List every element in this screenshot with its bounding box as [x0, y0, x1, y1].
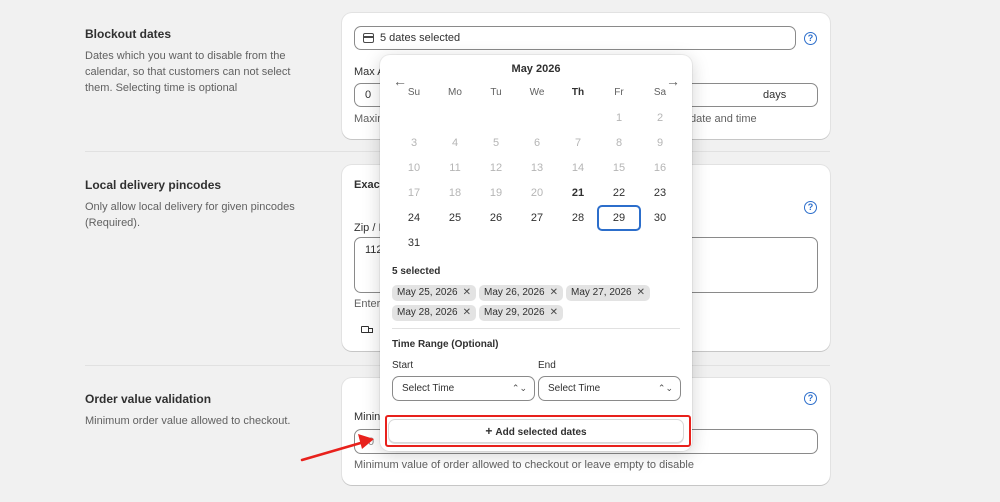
- order-value-section-description: Minimum order value allowed to checkout.: [85, 415, 291, 427]
- calendar-day-17: 17: [407, 187, 421, 199]
- start-label: Start: [392, 360, 414, 371]
- calendar-day-20: 20: [530, 187, 544, 199]
- calendar-day-2: 2: [656, 112, 664, 124]
- calendar-day-18: 18: [448, 187, 462, 199]
- chip-label: May 26, 2026: [484, 287, 545, 298]
- blockout-section-description: Dates which you want to disable from the…: [85, 50, 291, 94]
- weekday-label: Sa: [653, 87, 667, 98]
- calendar-day-3: 3: [410, 137, 418, 149]
- help-icon[interactable]: ?: [804, 201, 817, 214]
- weekday-label: Tu: [490, 87, 502, 98]
- blockout-dates-field[interactable]: 5 dates selected: [354, 26, 796, 50]
- weekday-label: Su: [407, 87, 421, 98]
- calendar-day-16: 16: [653, 162, 667, 174]
- help-icon[interactable]: ?: [804, 392, 817, 405]
- chip-label: May 29, 2026: [484, 307, 545, 318]
- calendar-day-29[interactable]: 29: [597, 205, 641, 231]
- calendar-day-27[interactable]: 27: [515, 205, 559, 231]
- calendar-day-15: 15: [612, 162, 626, 174]
- calendar-day-4: 4: [451, 137, 459, 149]
- calendar-day-26[interactable]: 26: [474, 205, 518, 231]
- select-chevron-icon: ⌃⌄: [657, 383, 673, 393]
- chip-label: May 27, 2026: [571, 287, 632, 298]
- month-label: May 2026: [511, 63, 561, 75]
- weekday-label: Mo: [448, 87, 462, 98]
- calendar-day-25[interactable]: 25: [433, 205, 477, 231]
- blockout-dates-value: 5 dates selected: [380, 32, 461, 44]
- max-advance-hint-end: date and time: [690, 113, 757, 125]
- remove-chip-icon[interactable]: ✕: [463, 287, 471, 298]
- remove-chip-icon[interactable]: ✕: [463, 307, 471, 318]
- annotation-arrow-icon: [300, 434, 374, 462]
- min-order-label: Minin: [354, 411, 381, 423]
- calendar-day-11: 11: [449, 162, 461, 174]
- calendar-day-9: 9: [656, 137, 664, 149]
- divider: [392, 328, 680, 329]
- select-chevron-icon: ⌃⌄: [511, 383, 527, 393]
- zip-hint: Enter: [354, 298, 381, 310]
- calendar-day-23[interactable]: 23: [638, 180, 682, 206]
- help-icon[interactable]: ?: [804, 32, 817, 45]
- end-time-select[interactable]: Select Time ⌃⌄: [538, 376, 681, 401]
- weekday-label: Th: [571, 87, 585, 98]
- calendar-day-8: 8: [615, 137, 623, 149]
- calendar-day-24[interactable]: 24: [392, 205, 436, 231]
- min-order-hint: Minimum value of order allowed to checko…: [354, 459, 694, 471]
- calendar-day-19: 19: [489, 187, 503, 199]
- weekday-label: We: [529, 87, 545, 98]
- calendar-day-7: 7: [574, 137, 582, 149]
- calendar-day-14: 14: [571, 162, 585, 174]
- chip-label: May 25, 2026: [397, 287, 458, 298]
- chip-label: May 28, 2026: [397, 307, 458, 318]
- annotation-highlight-box: [385, 415, 691, 447]
- calendar-day-5: 5: [492, 137, 500, 149]
- calendar-day-22[interactable]: 22: [597, 180, 641, 206]
- start-time-select[interactable]: Select Time ⌃⌄: [392, 376, 535, 401]
- truck-icon: [361, 326, 374, 335]
- selected-count-label: 5 selected: [392, 266, 441, 277]
- selected-date-chip: May 27, 2026 ✕: [566, 285, 650, 301]
- time-range-label: Time Range (Optional): [392, 339, 499, 350]
- weekday-label: Fr: [614, 87, 624, 98]
- selected-date-chip: May 29, 2026 ✕: [479, 305, 563, 321]
- date-picker-popover: May 2026 ← → Su Mo Tu We Th Fr Sa 1 2 3 4 5 6 7 8 9 10 1…: [380, 55, 692, 451]
- start-time-value: Select Time: [402, 383, 455, 394]
- remove-chip-icon[interactable]: ✕: [550, 287, 558, 298]
- calendar-day-6: 6: [533, 137, 541, 149]
- selected-date-chip: May 28, 2026 ✕: [392, 305, 476, 321]
- end-label: End: [538, 360, 556, 371]
- remove-chip-icon[interactable]: ✕: [637, 287, 645, 298]
- order-value-section-title: Order value validation: [85, 392, 212, 406]
- zip-label: Zip / I: [354, 222, 382, 234]
- calendar-day-21[interactable]: 21: [556, 180, 600, 206]
- calendar-day-1: 1: [615, 112, 623, 124]
- exact-match-label: Exac: [354, 179, 380, 191]
- calendar-day-28[interactable]: 28: [556, 205, 600, 231]
- days-suffix: days: [763, 89, 787, 101]
- calendar-day-10: 10: [407, 162, 421, 174]
- calendar-day-30[interactable]: 30: [638, 205, 682, 231]
- end-time-value: Select Time: [548, 383, 601, 394]
- calendar-day-31[interactable]: 31: [392, 230, 436, 256]
- remove-chip-icon[interactable]: ✕: [550, 307, 558, 318]
- pincodes-section-title: Local delivery pincodes: [85, 178, 222, 192]
- blockout-section-title: Blockout dates: [85, 27, 172, 41]
- calendar-day-13: 13: [530, 162, 544, 174]
- selected-date-chip: May 26, 2026 ✕: [479, 285, 563, 301]
- pincodes-section-description: Only allow local delivery for given pinc…: [85, 201, 295, 229]
- calendar-icon: [363, 33, 374, 43]
- calendar-day-12: 12: [489, 162, 503, 174]
- selected-date-chip: May 25, 2026 ✕: [392, 285, 476, 301]
- max-advance-value: 0: [365, 89, 372, 101]
